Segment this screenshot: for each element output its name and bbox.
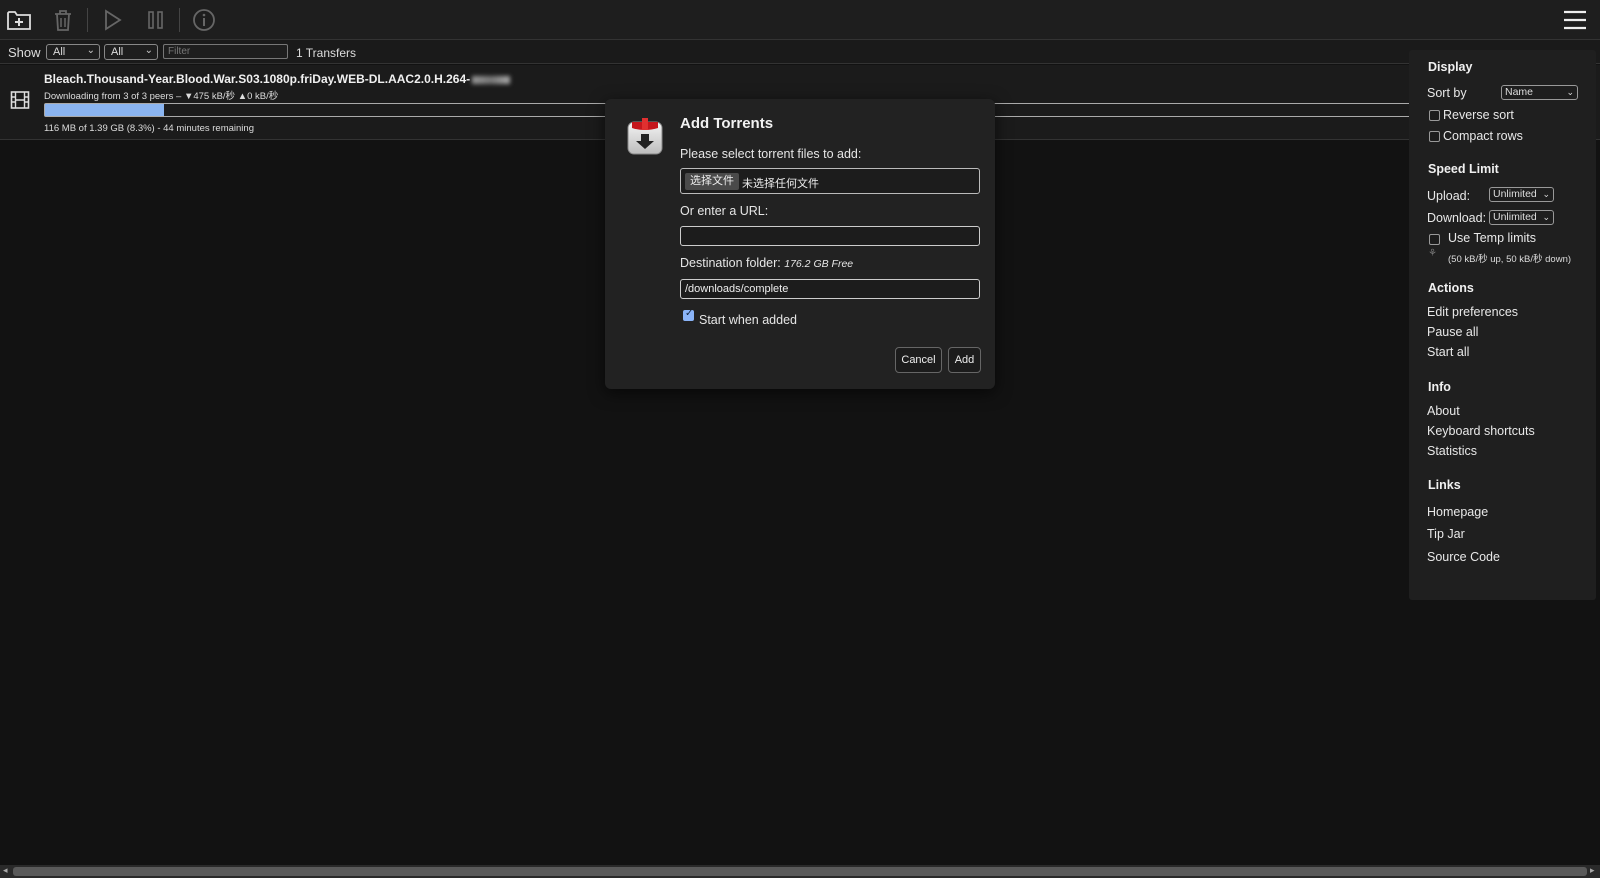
temp-limits-checkbox[interactable]: [1429, 234, 1440, 245]
start-all-link[interactable]: Start all: [1427, 345, 1469, 359]
progress-fill: [45, 104, 165, 116]
source-code-link[interactable]: Source Code: [1427, 550, 1500, 564]
chevron-down-icon: ⌄: [86, 45, 95, 56]
film-icon: [10, 91, 30, 109]
scrollbar-thumb[interactable]: [13, 867, 1587, 876]
torrent-details: 116 MB of 1.39 GB (8.3%) - 44 minutes re…: [44, 123, 254, 134]
sort-by-select[interactable]: Name ⌄: [1501, 85, 1578, 100]
reverse-sort-checkbox[interactable]: [1429, 110, 1440, 121]
download-limit-select[interactable]: Unlimited ⌄: [1489, 210, 1554, 225]
sort-by-label: Sort by: [1427, 86, 1467, 100]
start-button[interactable]: [98, 6, 126, 34]
transfers-count: 1 Transfers: [296, 46, 357, 60]
url-input[interactable]: [680, 226, 980, 246]
compact-rows-label[interactable]: Compact rows: [1443, 129, 1523, 143]
cancel-button[interactable]: Cancel: [895, 347, 942, 373]
redacted-blur: [472, 75, 511, 84]
info-heading: Info: [1428, 380, 1451, 394]
speed-limit-heading: Speed Limit: [1428, 162, 1499, 176]
sort-by-value: Name: [1505, 86, 1534, 98]
toolbar: [0, 0, 1600, 40]
turtle-icon: ⚘: [1428, 248, 1437, 259]
upload-limit-value: Unlimited: [1493, 188, 1537, 200]
choose-file-button[interactable]: 选择文件: [685, 173, 739, 190]
chevron-down-icon: ⌄: [144, 45, 153, 56]
upload-label: Upload:: [1427, 189, 1471, 203]
add-torrent-icon: [7, 11, 31, 30]
pause-button[interactable]: [142, 6, 170, 34]
file-status-text: 未选择任何文件: [742, 178, 819, 190]
status-filter-value: All: [53, 46, 66, 58]
status-filter-select[interactable]: All ⌄: [46, 44, 100, 60]
scroll-right-icon[interactable]: ▸: [1590, 865, 1595, 876]
homepage-link[interactable]: Homepage: [1427, 505, 1488, 519]
add-button[interactable]: Add: [948, 347, 981, 373]
chevron-down-icon: ⌄: [1566, 87, 1574, 97]
chevron-down-icon: ⌄: [1542, 189, 1550, 199]
actions-heading: Actions: [1428, 281, 1474, 295]
play-icon: [105, 9, 122, 31]
download-limit-value: Unlimited: [1493, 211, 1537, 223]
add-torrent-button[interactable]: [5, 6, 33, 34]
main-menu-panel: Display Sort by Name ⌄ Reverse sort Comp…: [1409, 50, 1596, 600]
destination-label: Destination folder: 176.2 GB Free: [680, 256, 853, 270]
temp-limits-label[interactable]: Use Temp limits: [1448, 231, 1536, 245]
keyboard-shortcuts-link[interactable]: Keyboard shortcuts: [1427, 424, 1535, 438]
about-link[interactable]: About: [1427, 404, 1460, 418]
transmission-logo-icon: [627, 118, 663, 155]
pause-all-link[interactable]: Pause all: [1427, 325, 1478, 339]
chevron-down-icon: ⌄: [1542, 212, 1550, 222]
start-when-added-checkbox[interactable]: [683, 308, 694, 321]
filter-input[interactable]: Filter: [163, 44, 288, 59]
trash-icon: [55, 10, 71, 31]
info-icon: [193, 9, 215, 31]
filter-bar: Show All ⌄ All ⌄ Filter 1 Transfers: [0, 40, 1600, 64]
destination-label-text: Destination folder:: [680, 256, 781, 270]
torrent-file-input[interactable]: 选择文件 未选择任何文件: [680, 168, 980, 194]
links-heading: Links: [1428, 478, 1461, 492]
reverse-sort-label[interactable]: Reverse sort: [1443, 108, 1514, 122]
statistics-link[interactable]: Statistics: [1427, 444, 1477, 458]
url-label: Or enter a URL:: [680, 204, 769, 218]
torrent-name: Bleach.Thousand-Year.Blood.War.S03.1080p…: [44, 72, 511, 86]
destination-folder-input[interactable]: /downloads/complete: [680, 279, 980, 299]
horizontal-scrollbar[interactable]: ◂ ▸: [0, 865, 1600, 878]
torrent-peers: Downloading from 3 of 3 peers – ▼475 kB/…: [44, 91, 279, 102]
add-torrents-dialog: Add Torrents Please select torrent files…: [605, 99, 995, 389]
temp-limits-values: (50 kB/秒 up, 50 kB/秒 down): [1448, 254, 1572, 265]
edit-preferences-link[interactable]: Edit preferences: [1427, 305, 1518, 319]
tip-jar-link[interactable]: Tip Jar: [1427, 527, 1465, 541]
torrent-name-text: Bleach.Thousand-Year.Blood.War.S03.1080p…: [44, 72, 471, 86]
upload-limit-select[interactable]: Unlimited ⌄: [1489, 187, 1554, 202]
start-when-added-label[interactable]: Start when added: [699, 313, 797, 327]
hamburger-menu-icon: [1564, 10, 1586, 30]
scroll-left-icon[interactable]: ◂: [3, 865, 8, 876]
show-label: Show: [8, 45, 41, 60]
destination-free-space: 176.2 GB Free: [784, 258, 854, 270]
compact-rows-checkbox[interactable]: [1429, 131, 1440, 142]
select-files-label: Please select torrent files to add:: [680, 147, 862, 161]
download-label: Download:: [1427, 211, 1487, 225]
toolbar-divider: [87, 8, 88, 32]
main-menu-button[interactable]: [1561, 6, 1589, 34]
display-heading: Display: [1428, 60, 1473, 74]
toolbar-divider: [179, 8, 180, 32]
pause-icon: [148, 11, 163, 29]
remove-button[interactable]: [49, 6, 77, 34]
tracker-filter-value: All: [111, 46, 124, 58]
inspector-button[interactable]: [190, 6, 218, 34]
dialog-title: Add Torrents: [680, 115, 774, 132]
tracker-filter-select[interactable]: All ⌄: [104, 44, 158, 60]
